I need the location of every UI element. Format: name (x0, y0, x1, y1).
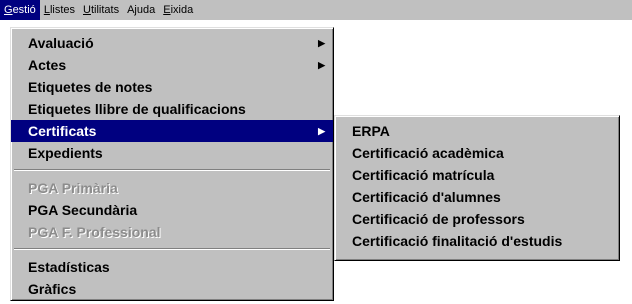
menubar-label: tilitats (90, 4, 120, 16)
submenu-item-label: Certificació d'alumnes (352, 189, 501, 205)
submenu-item-certificacio-professors[interactable]: Certificació de professors (335, 208, 619, 230)
menubar-label: estió (12, 4, 36, 16)
menu-item-pga-primaria: PGA Primària (11, 177, 333, 199)
menu-separator (14, 248, 330, 250)
submenu-item-erpa[interactable]: ERPA (335, 120, 619, 142)
submenu-arrow-icon: ▶ (318, 38, 325, 48)
menu-item-label: Gràfics (28, 281, 77, 297)
menubar-mnemonic: E (163, 4, 171, 16)
menubar-item-llistes[interactable]: Llistes (40, 0, 79, 20)
submenu-item-certificacio-finalitacio[interactable]: Certificació finalitació d'estudis (335, 230, 619, 252)
menu-item-avaluacio[interactable]: Avaluació ▶ (11, 32, 333, 54)
submenu-item-label: Certificació de professors (352, 211, 525, 227)
submenu-item-label: Certificació acadèmica (352, 145, 504, 161)
menu-item-label: PGA F. Professional (28, 224, 161, 240)
menu-item-estadisticas[interactable]: Estadísticas (11, 256, 333, 278)
submenu-arrow-icon: ▶ (318, 60, 325, 70)
menubar-item-eixida[interactable]: Eixida (159, 0, 197, 20)
menu-item-pga-secundaria[interactable]: PGA Secundària (11, 199, 333, 221)
menu-separator (14, 169, 330, 171)
certificats-submenu: ERPA Certificació acadèmica Certificació… (334, 115, 620, 261)
menubar-label: listes (49, 4, 75, 16)
menubar-label: Ajuda (127, 4, 156, 16)
submenu-item-label: Certificació matrícula (352, 167, 495, 183)
menu-item-pga-fp: PGA F. Professional (11, 221, 333, 243)
menu-item-label: Etiquetes de notes (28, 79, 153, 95)
menu-item-label: Expedients (28, 145, 103, 161)
submenu-item-label: ERPA (352, 123, 390, 139)
menubar-item-gestio[interactable]: Gestió (0, 0, 40, 20)
gestio-dropdown-menu: Avaluació ▶ Actes ▶ Etiquetes de notes Eti… (10, 27, 334, 301)
menu-item-actes[interactable]: Actes ▶ (11, 54, 333, 76)
submenu-item-certificacio-matricula[interactable]: Certificació matrícula (335, 164, 619, 186)
menu-item-label: PGA Secundària (28, 202, 138, 218)
menubar-item-utilitats[interactable]: Utilitats (79, 0, 123, 20)
menu-item-certificats[interactable]: Certificats ▶ (11, 120, 333, 142)
submenu-arrow-icon: ▶ (318, 126, 325, 136)
menu-item-etiquetes-notes[interactable]: Etiquetes de notes (11, 76, 333, 98)
menu-item-label: Etiquetes llibre de qualificacions (28, 101, 246, 117)
menubar-mnemonic: G (4, 4, 13, 16)
menu-item-grafics[interactable]: Gràfics (11, 278, 333, 300)
menu-item-label: PGA Primària (28, 180, 118, 196)
submenu-item-certificacio-alumnes[interactable]: Certificació d'alumnes (335, 186, 619, 208)
menubar-label: ixida (170, 4, 194, 16)
menu-item-label: Certificats (28, 123, 97, 139)
menu-item-label: Actes (28, 57, 67, 73)
submenu-item-certificacio-academica[interactable]: Certificació acadèmica (335, 142, 619, 164)
menubar-item-ajuda[interactable]: Ajuda (123, 0, 159, 20)
menu-bar: Gestió Llistes Utilitats Ajuda Eixida (0, 0, 632, 20)
menu-item-label: Avaluació (28, 35, 94, 51)
submenu-item-label: Certificació finalitació d'estudis (352, 233, 563, 249)
menu-item-label: Estadísticas (28, 259, 110, 275)
menu-item-expedients[interactable]: Expedients (11, 142, 333, 164)
menu-item-etiquetes-llibre[interactable]: Etiquetes llibre de qualificacions (11, 98, 333, 120)
menubar-mnemonic: U (83, 4, 91, 16)
